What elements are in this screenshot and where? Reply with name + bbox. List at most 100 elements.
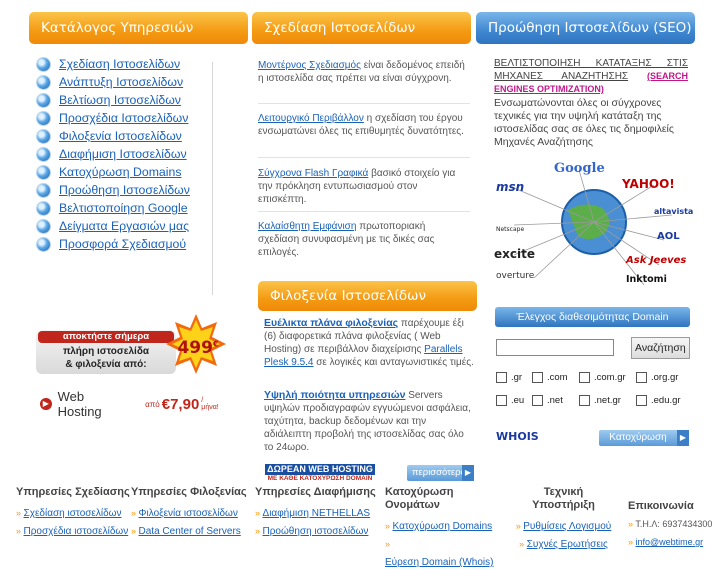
hosting-plans-link[interactable]: Ευέλικτα πλάνα φιλοξενίας (264, 317, 398, 329)
footer-hosting-services: Υπηρεσίες Φιλοξενίας » Φιλοξενία ιστοσελ… (131, 486, 253, 539)
footer-link[interactable]: Σχεδίαση ιστοσελίδων (24, 508, 122, 519)
tld-option[interactable]: .com.gr (579, 372, 626, 383)
email-link[interactable]: info@webtime.gr (636, 537, 704, 547)
web-hosting-offer[interactable]: ▶ Web Hosting από €7,90 /μήνα! (40, 389, 220, 419)
quality-link[interactable]: Υψηλή ποιότητα υπηρεσιών (264, 389, 405, 401)
globe-icon (37, 237, 50, 251)
checkbox[interactable] (496, 372, 507, 383)
checkbox[interactable] (579, 395, 590, 406)
free-hosting-banner[interactable]: ΔΩΡΕΑΝ WEB HOSTING ΜΕ ΚΑΘΕ ΚΑΤΟΧΥΡΩΣΗ DO… (265, 464, 375, 483)
feature-link[interactable]: Λειτουργικό Περιβάλλον (258, 113, 364, 124)
feature-functional: Λειτουργικό Περιβάλλον η σχεδίαση του έρ… (258, 112, 468, 138)
checkbox[interactable] (532, 395, 543, 406)
feature-flash: Σύγχρονα Flash Γραφικά βασικό στοιχείο γ… (258, 167, 468, 206)
checkbox[interactable] (496, 395, 507, 406)
inktomi-logo: Inktomi (626, 274, 667, 285)
checkbox[interactable] (636, 395, 647, 406)
menu-item[interactable]: Σχεδίαση Ιστοσελίδων (37, 55, 227, 73)
seo-body: Ενσωματώνονται όλες οι σύγχρονες τεχνικέ… (494, 97, 674, 148)
menu-link[interactable]: Διαφήμιση Ιστοσελίδων (59, 147, 187, 161)
menu-item[interactable]: Προσφορά Σχεδιασμού (37, 235, 227, 253)
promo-price: 499 (177, 338, 213, 358)
domain-input[interactable] (496, 339, 614, 356)
menu-link[interactable]: Προώθηση Ιστοσελίδων (59, 183, 190, 197)
menu-link[interactable]: Δείγματα Εργασιών μας (59, 219, 189, 233)
menu-item[interactable]: Κατοχύρωση Domains (37, 163, 227, 181)
menu-link[interactable]: Σχεδίαση Ιστοσελίδων (59, 57, 180, 71)
footer-link[interactable]: Ρυθμίσεις Λογισμού (523, 521, 611, 532)
banner-line1: ΔΩΡΕΑΝ WEB HOSTING (265, 464, 375, 475)
yahoo-logo: YAHOO! (622, 177, 675, 191)
menu-item[interactable]: Προώθηση Ιστοσελίδων (37, 181, 227, 199)
tld-label: .com.gr (594, 372, 626, 383)
menu-item[interactable]: Διαφήμιση Ιστοσελίδων (37, 145, 227, 163)
services-menu: Σχεδίαση Ιστοσελίδων Ανάπτυξη Ιστοσελίδω… (37, 55, 227, 253)
feature-link[interactable]: Μοντέρνος Σχεδιασμός (258, 60, 361, 71)
menu-link[interactable]: Φιλοξενία Ιστοσελίδων (59, 129, 182, 143)
menu-item[interactable]: Ανάπτυξη Ιστοσελίδων (37, 73, 227, 91)
menu-item[interactable]: Βελτιστοποίηση Google (37, 199, 227, 217)
tld-label: .edu.gr (651, 395, 681, 406)
tld-option[interactable]: .net.gr (579, 395, 621, 406)
footer-heading: Υπηρεσίες Φιλοξενίας (131, 486, 247, 498)
tld-label: .eu (511, 395, 525, 406)
search-button[interactable]: Αναζήτηση (631, 337, 690, 359)
footer-heading: Κατοχύρωση Ονομάτων (385, 486, 454, 511)
arrow-right-icon: ▶ (677, 430, 689, 446)
hosting-paragraph-2: Υψηλή ποιότητα υπηρεσιών Servers υψηλών … (264, 389, 474, 454)
seo-heading: ΒΕΛΤΙΣΤΟΠΟΙΗΣΗ ΚΑΤΑΤΑΞΗΣ ΣΤΙΣ ΜΗΧΑΝΕΣ ΑΝ… (494, 58, 688, 96)
checkbox[interactable] (579, 372, 590, 383)
bullet-icon: » (255, 526, 263, 536)
tld-option[interactable]: .eu (496, 395, 524, 406)
tab-label: Σχεδίαση Ιστοσελίδων (264, 20, 416, 36)
feature-link[interactable]: Σύγχρονα Flash Γραφικά (258, 168, 368, 179)
checkbox[interactable] (532, 372, 543, 383)
tld-option[interactable]: .net (532, 395, 563, 406)
menu-link[interactable]: Προσφορά Σχεδιασμού (59, 237, 186, 251)
footer-link[interactable]: Διαφήμιση NETHELLAS (263, 508, 371, 519)
hosting-paragraph-1: Ευέλικτα πλάνα φιλοξενίας παρέχουμε έξι … (264, 317, 474, 369)
footer-heading: Επικοινωνία (628, 500, 694, 512)
hosting-per: /μήνα! (201, 397, 219, 411)
menu-link[interactable]: Προσχέδια Ιστοσελίδων (59, 111, 188, 125)
tab-services-catalog[interactable]: Κατάλογος Υπηρεσιών (29, 12, 248, 44)
promo-banner[interactable]: αποκτήστε σήμερα πλήρη ιστοσελίδα & φιλο… (36, 314, 226, 380)
tld-option[interactable]: .gr (496, 372, 522, 383)
altavista-logo: altavista (654, 207, 694, 216)
register-label: Κατοχύρωση (609, 432, 667, 443)
footer-tech-support: Τεχνική Υποστήριξη » Ρυθμίσεις Λογισμού … (506, 486, 621, 552)
feature-link[interactable]: Καλαίσθητη Εμφάνιση (258, 221, 356, 232)
menu-link[interactable]: Ανάπτυξη Ιστοσελίδων (59, 75, 183, 89)
globe-icon (37, 165, 50, 179)
tld-option[interactable]: .edu.gr (636, 395, 681, 406)
hosting-section-header[interactable]: Φιλοξενία Ιστοσελίδων (258, 281, 477, 311)
footer-domain-registration: Κατοχύρωση Ονομάτων » Κατοχύρωση Domains… (385, 486, 500, 570)
menu-item[interactable]: Βελτίωση Ιστοσελίδων (37, 91, 227, 109)
menu-item[interactable]: Δείγματα Εργασιών μας (37, 217, 227, 235)
register-button[interactable]: Κατοχύρωση ▶ (599, 430, 689, 446)
hosting-from: από (145, 399, 160, 409)
google-logo: Google (554, 161, 605, 176)
tld-label: .org.gr (651, 372, 679, 383)
menu-item[interactable]: Προσχέδια Ιστοσελίδων (37, 109, 227, 127)
menu-link[interactable]: Βελτίωση Ιστοσελίδων (59, 93, 181, 107)
more-button[interactable]: περισσότερα ▶ (407, 465, 474, 481)
menu-link[interactable]: Κατοχύρωση Domains (59, 165, 182, 179)
menu-link[interactable]: Βελτιστοποίηση Google (59, 201, 188, 215)
footer-link[interactable]: Εύρεση Domain (Whois) (385, 557, 493, 568)
bullet-icon: » (519, 539, 527, 549)
tab-seo[interactable]: Προώθηση Ιστοσελίδων (SEO) (476, 12, 695, 44)
bullet-icon: » (628, 537, 636, 547)
feature-modern-design: Μοντέρνος Σχεδιασμός είναι δεδομένος επε… (258, 59, 468, 85)
footer-link[interactable]: Φιλοξενία ιστοσελίδων (139, 508, 238, 519)
checkbox[interactable] (636, 372, 647, 383)
footer-link[interactable]: Προσχέδια ιστοσελίδων (24, 526, 129, 537)
tld-option[interactable]: .com (532, 372, 568, 383)
footer-link[interactable]: Data Center of Servers (139, 526, 241, 537)
tab-web-design[interactable]: Σχεδίαση Ιστοσελίδων (252, 12, 471, 44)
tld-option[interactable]: .org.gr (636, 372, 678, 383)
promo-line2: πλήρη ιστοσελίδα (62, 346, 150, 357)
footer-link[interactable]: Προώθηση ιστοσελίδων (263, 526, 369, 537)
menu-item[interactable]: Φιλοξενία Ιστοσελίδων (37, 127, 227, 145)
footer-link[interactable]: Κατοχύρωση Domains (393, 521, 493, 532)
